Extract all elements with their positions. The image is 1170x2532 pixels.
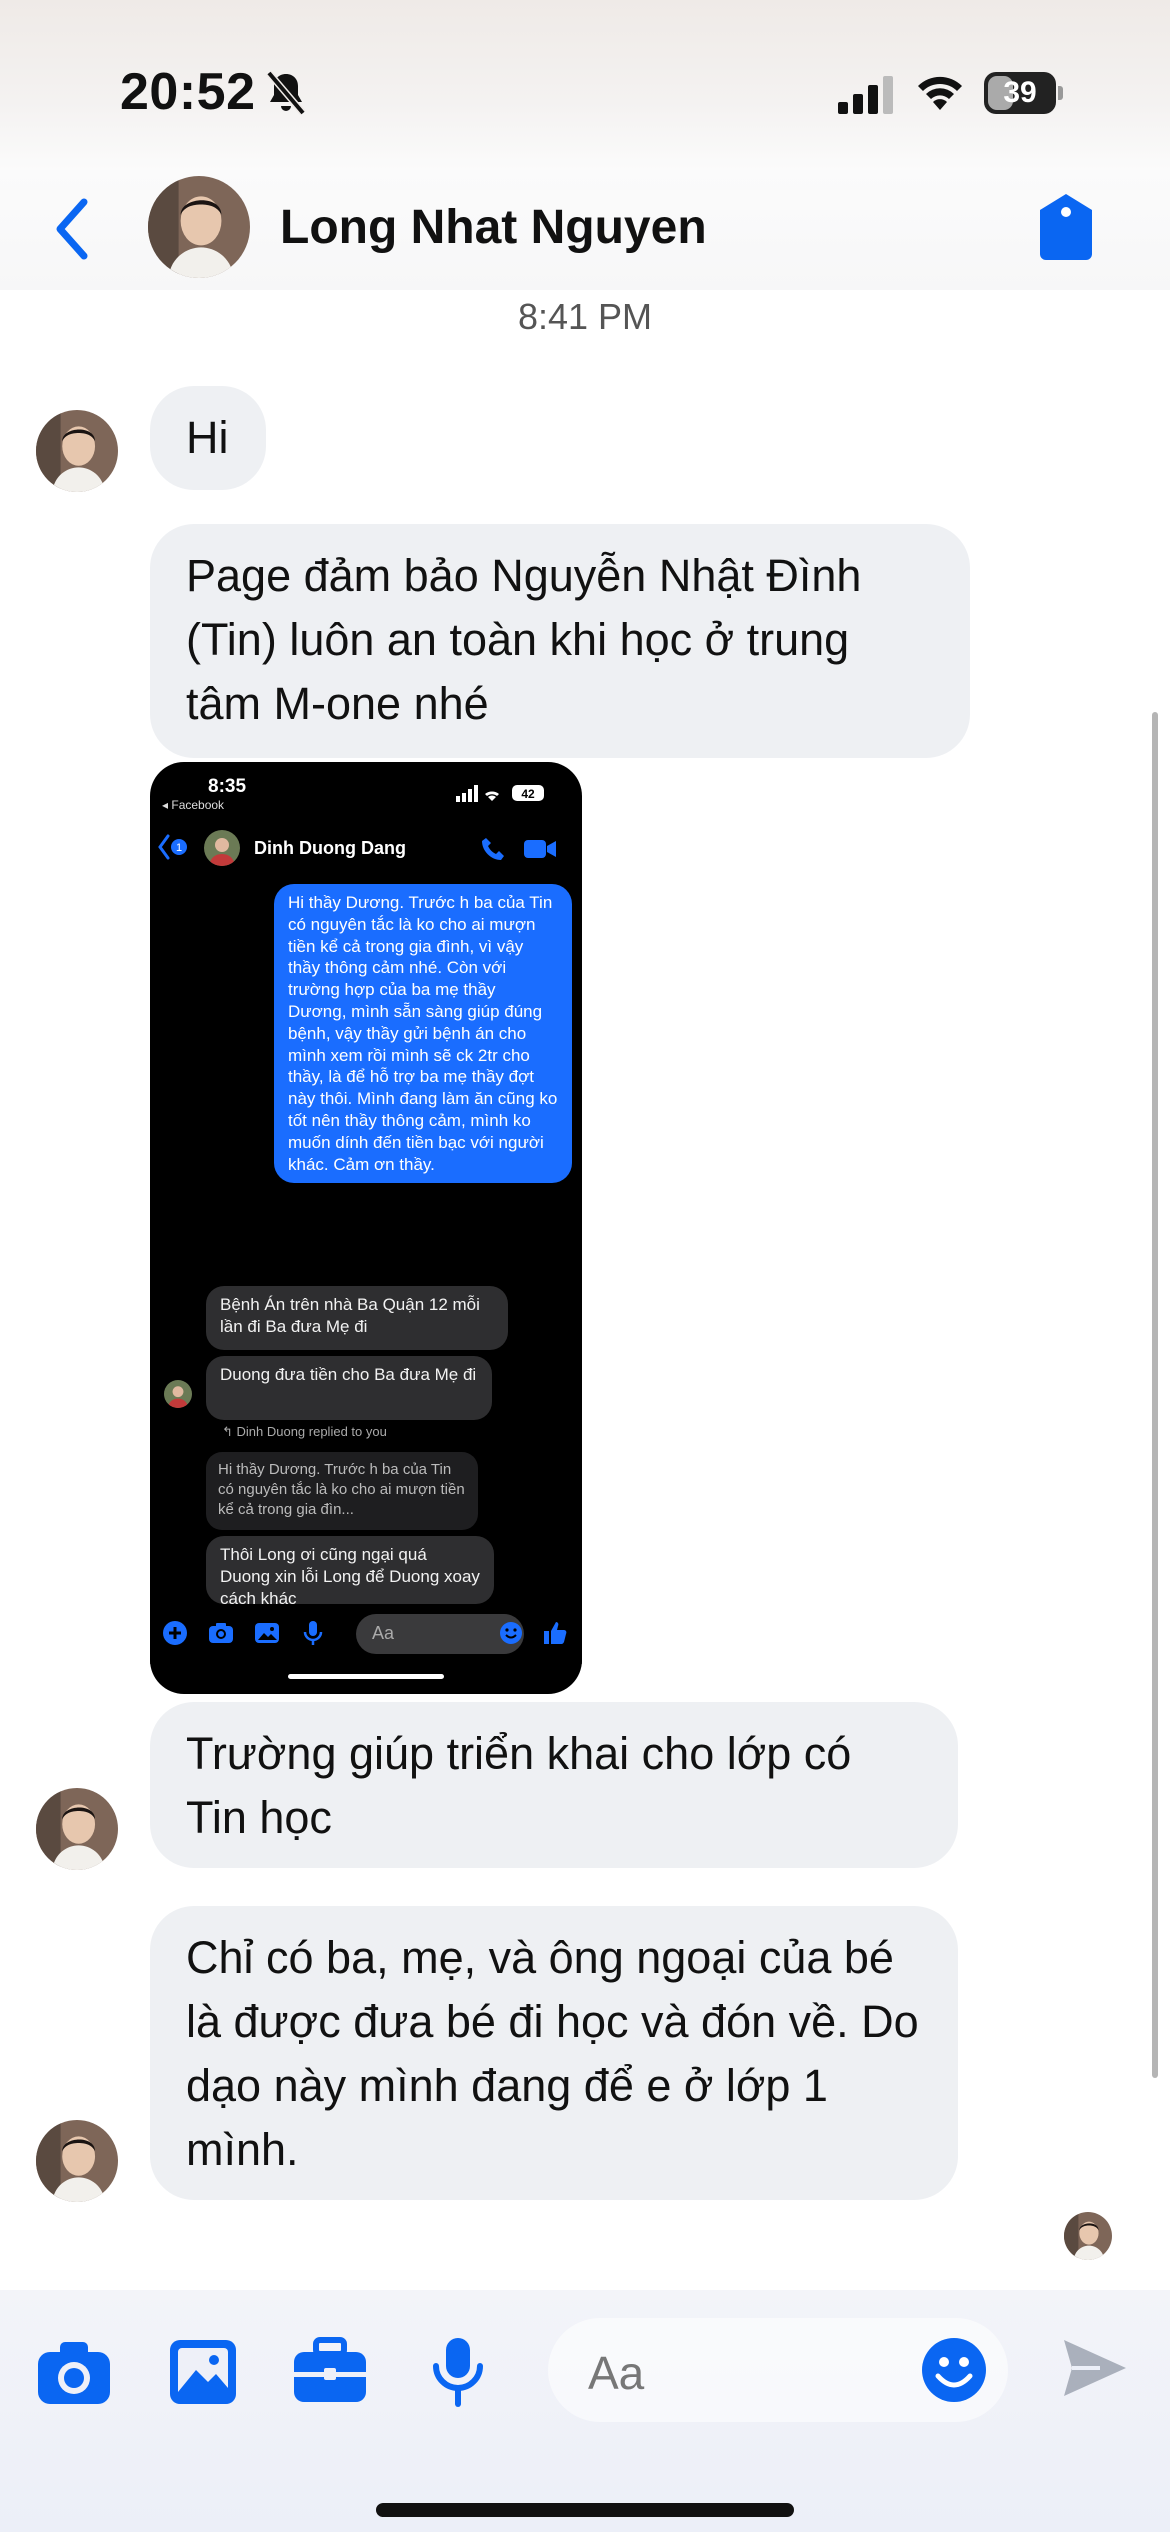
message-input[interactable]: Aa bbox=[548, 2318, 1008, 2422]
status-time: 20:52 bbox=[120, 63, 256, 121]
microphone-icon[interactable] bbox=[418, 2334, 498, 2408]
screenshot-camera-icon bbox=[209, 1623, 233, 1643]
screenshot-incoming-message: Bệnh Án trên nhà Ba Quận 12 mỗi lần đi B… bbox=[206, 1286, 508, 1350]
screenshot-contact-name: Dinh Duong Dang bbox=[254, 838, 406, 858]
composer-bar: Aa bbox=[0, 2290, 1170, 2532]
contact-name[interactable]: Long Nhat Nguyen bbox=[280, 200, 707, 255]
screenshot-composer: Aa bbox=[150, 1604, 582, 1664]
camera-icon[interactable] bbox=[34, 2334, 114, 2408]
video-call-icon bbox=[524, 840, 556, 858]
briefcase-icon[interactable] bbox=[290, 2334, 370, 2408]
home-indicator bbox=[376, 2503, 794, 2517]
wifi-icon bbox=[918, 76, 962, 110]
emoji-icon[interactable] bbox=[920, 2336, 988, 2404]
scrollbar[interactable] bbox=[1152, 712, 1158, 2078]
status-bar: 20:52 39 bbox=[0, 0, 1170, 170]
screenshot-reply-header: ↰ Dinh Duong replied to you bbox=[222, 1424, 387, 1439]
screenshot-contact-avatar bbox=[204, 830, 240, 866]
back-chevron-icon[interactable] bbox=[48, 194, 98, 264]
message-input-placeholder: Aa bbox=[588, 2347, 645, 2399]
screenshot-sender-avatar bbox=[164, 1380, 192, 1408]
sender-avatar[interactable] bbox=[36, 1788, 118, 1870]
screenshot-time: 8:35 bbox=[208, 776, 247, 797]
message-bubble[interactable]: Trường giúp triển khai cho lớp có Tin họ… bbox=[150, 1702, 958, 1868]
phone-icon bbox=[482, 838, 504, 860]
screenshot-back-icon: 1 bbox=[158, 834, 187, 860]
screenshot-plus-icon bbox=[163, 1621, 187, 1645]
screenshot-status-icons: 42 bbox=[456, 785, 544, 802]
screenshot-incoming-message: Thôi Long ơi cũng ngại quá Duong xin lỗi… bbox=[206, 1536, 494, 1604]
svg-text:42: 42 bbox=[521, 787, 535, 801]
screenshot-quoted-message: Hi thầy Dương. Trước h ba của Tin có ngu… bbox=[206, 1452, 478, 1530]
contact-avatar[interactable] bbox=[148, 176, 250, 278]
screenshot-like-icon bbox=[544, 1622, 567, 1644]
screenshot-header: 1 Dinh Duong Dang bbox=[150, 818, 582, 878]
message-bubble[interactable]: Hi bbox=[150, 386, 266, 490]
sender-avatar[interactable] bbox=[36, 410, 118, 492]
message-bubble[interactable]: Page đảm bảo Nguyễn Nhật Đình (Tin) luôn… bbox=[150, 524, 970, 758]
message-timestamp: 8:41 PM bbox=[517, 296, 653, 337]
sender-avatar[interactable] bbox=[36, 2120, 118, 2202]
screenshot-home-indicator bbox=[288, 1674, 444, 1679]
screenshot-incoming-message: Duong đưa tiền cho Ba đưa Mẹ đi bbox=[206, 1356, 492, 1420]
screenshot-photo-icon bbox=[255, 1623, 279, 1643]
bell-slash-icon bbox=[266, 70, 306, 116]
tag-icon[interactable] bbox=[1036, 192, 1096, 262]
signal-icon bbox=[838, 76, 893, 114]
screenshot-mic-icon bbox=[303, 1621, 323, 1645]
send-icon[interactable] bbox=[1060, 2336, 1130, 2400]
message-bubble[interactable]: Chỉ có ba, mẹ, và ông ngoại của bé là đư… bbox=[150, 1906, 958, 2200]
battery-indicator: 39 bbox=[984, 72, 1063, 114]
read-receipt-avatar bbox=[1064, 2212, 1112, 2260]
screenshot-source: ◂ Facebook bbox=[162, 798, 225, 812]
conversation-header: Long Nhat Nguyen bbox=[0, 170, 1170, 290]
screenshot-emoji-icon bbox=[500, 1622, 522, 1644]
shared-screenshot-image[interactable]: 8:35 ◂ Facebook 42 1 Dinh Duong Dang Hi … bbox=[150, 762, 582, 1694]
battery-level: 39 bbox=[1003, 76, 1037, 109]
svg-text:1: 1 bbox=[176, 842, 182, 854]
screenshot-outgoing-message: Hi thầy Dương. Trước h ba của Tin có ngu… bbox=[274, 884, 572, 1184]
photo-icon[interactable] bbox=[164, 2334, 244, 2408]
